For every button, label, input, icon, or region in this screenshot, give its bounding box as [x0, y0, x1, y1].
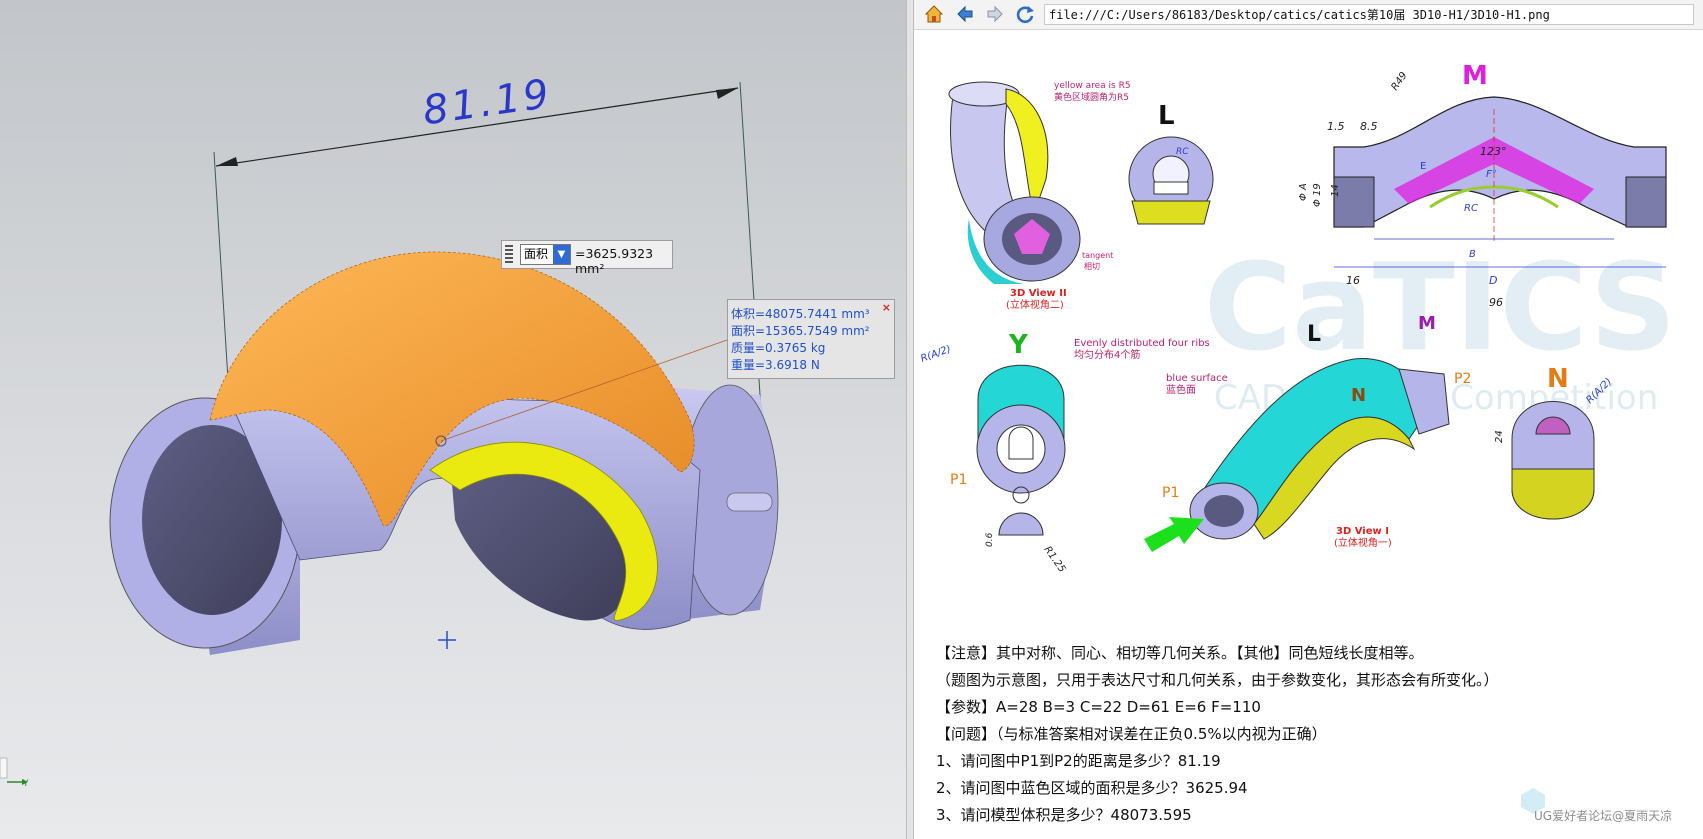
label-Y: Y — [1008, 330, 1029, 360]
close-icon[interactable]: × — [882, 301, 891, 314]
view-3d-ii: yellow area is R5 黄色区域圆角为R5 tangent 相切 3… — [948, 81, 1131, 311]
forward-arrow-icon[interactable] — [984, 3, 1006, 25]
params-line: 【参数】A=28 B=3 C=22 D=61 E=6 F=110 — [936, 698, 1261, 716]
dim-arrow-left — [216, 157, 238, 166]
measure-mode-select[interactable]: 面积 ▼ — [520, 244, 571, 265]
cad-model-view[interactable]: 81.19 Y — [0, 0, 906, 839]
dim-phi-a: Φ A — [1298, 183, 1309, 201]
pane-splitter[interactable] — [906, 0, 914, 839]
problem-drawing: CaTICS CAD Drawing Competition yellow ar… — [919, 61, 1676, 575]
axis-triad: Y — [0, 757, 29, 789]
note-line: 【注意】其中对称、同心、相切等几何关系。【其他】同色短线长度相等。 — [936, 644, 1424, 662]
forum-watermark: UG爱好者论坛@夏雨天凉 — [1521, 788, 1673, 824]
dim-8-5: 8.5 — [1360, 120, 1378, 133]
p2-view1: P2 — [1454, 371, 1471, 387]
dim-f-deg: F° — [1486, 169, 1497, 180]
catics-watermark: CaTICS — [1204, 239, 1676, 378]
dim-r49: R49 — [1389, 70, 1409, 92]
view2-label-cn: (立体视角二) — [1006, 298, 1064, 311]
yellow-note-cn: 黄色区域圆角为R5 — [1054, 91, 1129, 103]
label-N: N — [1547, 364, 1569, 394]
measure-value: =3625.9323 mm² — [575, 246, 654, 276]
cad-viewport[interactable]: 81.19 Y 面积 ▼ =3625.9323 mm² × 体积=48075.7… — [0, 0, 906, 839]
home-icon[interactable] — [923, 3, 945, 25]
ribs-note-en: Evenly distributed four ribs — [1074, 338, 1210, 349]
cursor-crosshair — [438, 631, 456, 649]
measure-mode-label: 面积 — [524, 247, 549, 261]
blue-note-en: blue surface — [1166, 373, 1228, 384]
mass-properties-panel: × 体积=48075.7441 mm³ 面积=15365.7549 mm² 质量… — [727, 299, 895, 379]
toolbar-grip[interactable] — [505, 245, 513, 264]
measure-toolbar: 面积 ▼ =3625.9323 mm² — [501, 240, 673, 276]
dimension-value[interactable]: 81.19 — [420, 71, 555, 135]
dim-24: 24 — [1494, 430, 1505, 443]
right-rib-pin — [726, 492, 773, 512]
weight-readout: 重量=3.6918 N — [731, 358, 820, 372]
label-M: M — [1462, 61, 1488, 91]
address-bar[interactable]: file:///C:/Users/86183/Desktop/catics/ca… — [1044, 4, 1694, 25]
problem-text: 【注意】其中对称、同心、相切等几何关系。【其他】同色短线长度相等。 （题图为示意… — [936, 640, 1696, 829]
label-L-view1: L — [1307, 322, 1321, 347]
dim-123-deg: 123° — [1480, 145, 1507, 158]
p1-left: P1 — [950, 472, 967, 488]
dim-96: 96 — [1489, 296, 1503, 309]
section-l-rc: RC — [1176, 147, 1189, 157]
p1-view1: P1 — [1162, 485, 1179, 501]
ribs-note-cn: 均匀分布4个筋 — [1074, 348, 1140, 361]
dim-16: 16 — [1346, 274, 1360, 287]
question-1: 1、请问图中P1到P2的距离是多少？81.19 — [936, 752, 1221, 770]
tangent-cn: 相切 — [1084, 261, 1100, 271]
question-2: 2、请问图中蓝色区域的面积是多少？3625.94 — [936, 779, 1248, 797]
triad-y-label: Y — [22, 779, 29, 789]
label-N-view1: N — [1351, 385, 1366, 406]
label-L: L — [1158, 101, 1175, 131]
dim-d: D — [1489, 274, 1497, 287]
view1-label-cn: (立体视角一) — [1334, 536, 1392, 549]
view2-label: 3D View II — [1010, 288, 1067, 299]
area-readout: 面积=15365.7549 mm² — [731, 324, 870, 338]
volume-readout: 体积=48075.7441 mm³ — [731, 307, 870, 321]
browser-toolbar: file:///C:/Users/86183/Desktop/catics/ca… — [914, 0, 1703, 30]
dim-e: E — [1420, 161, 1426, 172]
dim-rc: RC — [1464, 203, 1478, 214]
refresh-icon[interactable] — [1014, 3, 1036, 25]
blue-note-cn: 蓝色面 — [1166, 383, 1196, 396]
dim-r1-25: R1.25 — [1042, 544, 1068, 574]
dim-1-5: 1.5 — [1327, 120, 1345, 133]
dim-phi-19: Φ 19 — [1312, 183, 1323, 207]
mass-readout: 质量=0.3765 kg — [731, 341, 826, 355]
dim-14: 14 — [1330, 184, 1341, 197]
chevron-down-icon[interactable]: ▼ — [553, 245, 570, 264]
section-view-l: L RC — [1128, 101, 1214, 225]
dim-b: B — [1469, 249, 1476, 260]
r-a2-left: R(A/2) — [919, 344, 952, 365]
dim-arrow-right — [716, 88, 738, 99]
dim-0-6: 0.6 — [985, 532, 995, 547]
disclaimer-line: （题图为示意图，只用于表达尺寸和几何关系，由于参数变化，其形态会有所变化。） — [936, 671, 1499, 689]
arrow-y-indicator — [1144, 517, 1204, 552]
question-header: 【问题】（与标准答案相对误差在正负0.5%以内视为正确） — [936, 725, 1327, 743]
tangent-en: tangent — [1082, 251, 1113, 260]
label-M-view1: M — [1418, 313, 1436, 334]
view1-label: 3D View I — [1336, 526, 1389, 537]
image-viewer: file:///C:/Users/86183/Desktop/catics/ca… — [914, 0, 1703, 839]
yellow-note-en: yellow area is R5 — [1054, 81, 1131, 91]
forum-watermark-text: UG爱好者论坛@夏雨天凉 — [1534, 809, 1673, 823]
back-arrow-icon[interactable] — [954, 3, 976, 25]
